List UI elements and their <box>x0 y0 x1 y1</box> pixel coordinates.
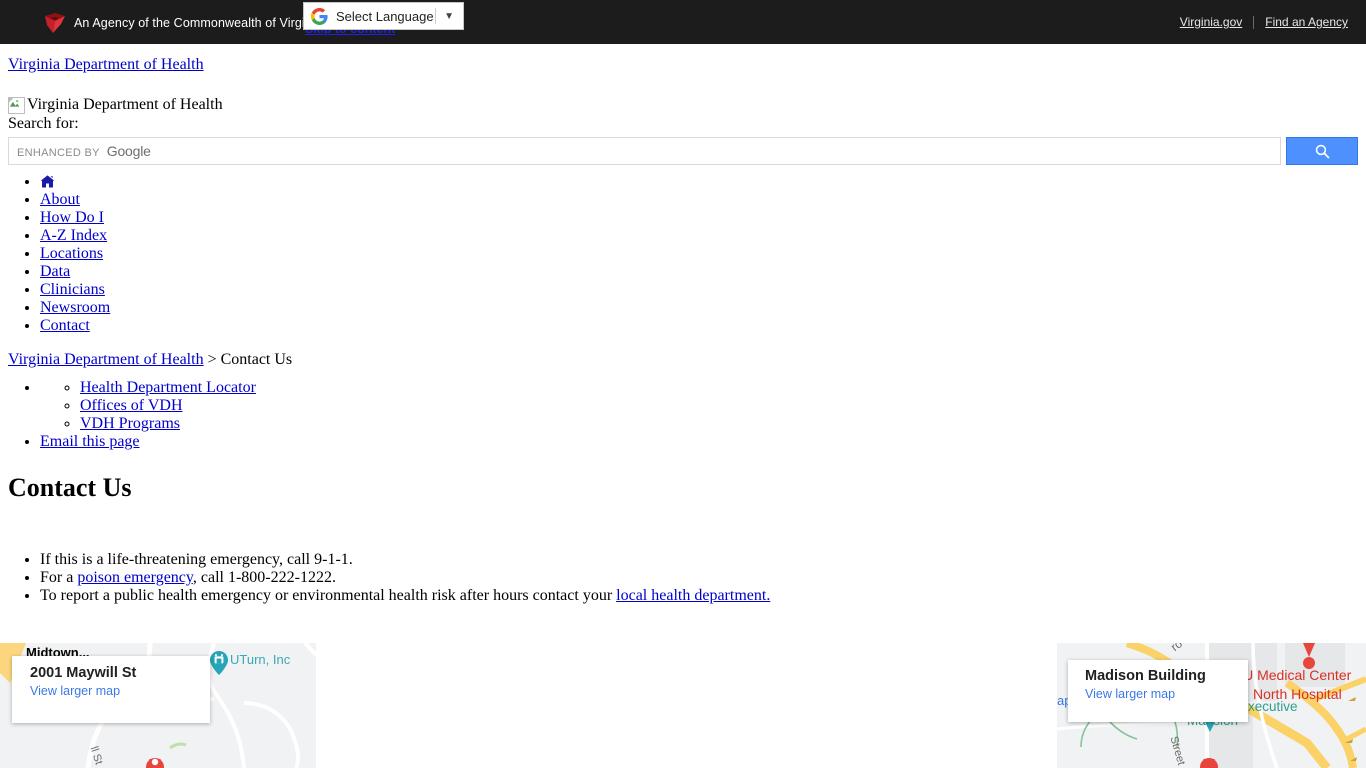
map-info-card-right[interactable]: Madison Building View larger map <box>1068 660 1248 722</box>
breadcrumb-root-link[interactable]: Virginia Department of Health <box>8 351 204 368</box>
page-body: Virginia Department of Health Virginia D… <box>0 44 1366 605</box>
nav-item-about[interactable]: About <box>40 191 1366 209</box>
site-logo-alt-text: Virginia Department of Health <box>27 96 223 113</box>
emergency-info-list: If this is a life-threatening emergency,… <box>0 551 1366 605</box>
find-an-agency-link[interactable]: Find an Agency <box>1265 15 1348 29</box>
search-icon <box>1314 143 1331 160</box>
map-card-title-right: Madison Building <box>1085 668 1206 684</box>
site-title-link[interactable]: Virginia Department of Health <box>8 56 1366 74</box>
emergency-text-1: If this is a life-threatening emergency,… <box>40 551 353 568</box>
cse-watermark-prefix: ENHANCED BY <box>17 147 100 159</box>
list-item: For a poison emergency, call 1-800-222-1… <box>40 569 1366 587</box>
nav-item-how-do-i[interactable]: How Do I <box>40 209 1366 227</box>
section-nav-item-email[interactable]: Email this page <box>40 433 1366 451</box>
section-nav-link-offices[interactable]: Offices of VDH <box>80 397 183 414</box>
broken-image-icon <box>8 96 25 114</box>
nav-item-contact[interactable]: Contact <box>40 317 1366 335</box>
map-label-medical-center: CU Medical Center <box>1233 667 1352 683</box>
search-form: ENHANCED BY Google <box>8 137 1358 165</box>
banner-links: Virginia.gov Find an Agency <box>1180 15 1348 29</box>
view-larger-map-link-right[interactable]: View larger map <box>1085 687 1248 701</box>
email-this-page-link[interactable]: Email this page <box>40 433 140 450</box>
agency-banner-text: An Agency of the Commonwealth of Virgini… <box>74 16 322 30</box>
search-label: Search for: <box>8 115 79 132</box>
map-label-uturn: UTurn, Inc <box>230 652 291 667</box>
home-icon[interactable] <box>40 175 55 188</box>
section-nav-item-locator[interactable]: Health Department Locator <box>80 379 1366 397</box>
nav-link-about[interactable]: About <box>40 191 80 208</box>
banner-link-divider <box>1253 15 1255 29</box>
map-embed-maywill[interactable]: Midtown... UTurn, Inc ll St 2001 Maywill… <box>0 643 316 768</box>
site-logo-row: Virginia Department of Health <box>8 96 1366 114</box>
nav-link-how-do-i[interactable]: How Do I <box>40 209 104 226</box>
commonwealth-banner: An Agency of the Commonwealth of Virgini… <box>0 0 1366 44</box>
breadcrumb-current: Contact Us <box>220 351 293 368</box>
nav-item-clinicians[interactable]: Clinicians <box>40 281 1366 299</box>
cse-watermark-brand: Google <box>106 143 151 159</box>
list-item: If this is a life-threatening emergency,… <box>40 551 1366 569</box>
section-nav-link-programs[interactable]: VDH Programs <box>80 415 180 432</box>
nav-link-newsroom[interactable]: Newsroom <box>40 299 110 316</box>
section-nav-item-offices[interactable]: Offices of VDH <box>80 397 1366 415</box>
nav-item-newsroom[interactable]: Newsroom <box>40 299 1366 317</box>
search-submit-button[interactable] <box>1286 137 1358 165</box>
uturn-poi-icon <box>210 651 228 675</box>
nav-link-locations[interactable]: Locations <box>40 245 103 262</box>
virginia-flying-v-icon <box>44 13 66 33</box>
list-item: To report a public health emergency or e… <box>40 587 1366 605</box>
breadcrumb: Virginia Department of Health > Contact … <box>8 351 1366 369</box>
select-language-label: Select Language <box>336 8 434 24</box>
map-info-card-left[interactable]: 2001 Maywill St View larger map <box>12 656 210 723</box>
nav-link-a-z-index[interactable]: A-Z Index <box>40 227 107 244</box>
search-input[interactable]: ENHANCED BY Google <box>8 137 1281 165</box>
map-card-title-left: 2001 Maywill St <box>30 665 137 681</box>
nav-link-contact[interactable]: Contact <box>40 317 90 334</box>
nav-item-locations[interactable]: Locations <box>40 245 1366 263</box>
nav-link-clinicians[interactable]: Clinicians <box>40 281 105 298</box>
poison-emergency-link[interactable]: poison emergency <box>77 569 193 586</box>
page-title: Contact Us <box>8 473 132 502</box>
section-nav-item-programs[interactable]: VDH Programs <box>80 415 1366 433</box>
nav-link-data[interactable]: Data <box>40 263 70 280</box>
google-cse-watermark: ENHANCED BY Google <box>17 143 151 159</box>
nav-item-home[interactable] <box>40 173 1366 191</box>
view-larger-map-link-left[interactable]: View larger map <box>30 684 210 698</box>
google-g-icon <box>311 7 328 25</box>
main-navigation: About How Do I A-Z Index Locations Data … <box>0 173 1366 335</box>
section-nav-group: Health Department Locator Offices of VDH… <box>40 379 1366 433</box>
section-nav-link-locator[interactable]: Health Department Locator <box>80 379 256 396</box>
emergency-text-3-pre: To report a public health emergency or e… <box>40 587 617 604</box>
select-language-dropdown[interactable]: Select Language ▼ <box>303 2 464 30</box>
local-health-department-link[interactable]: local health department. <box>616 587 770 604</box>
virginia-gov-link[interactable]: Virginia.gov <box>1180 15 1242 29</box>
breadcrumb-separator: > <box>207 351 217 368</box>
emergency-text-2-pre: For a <box>40 569 78 586</box>
section-navigation: Health Department Locator Offices of VDH… <box>0 379 1366 451</box>
nav-item-data[interactable]: Data <box>40 263 1366 281</box>
chevron-down-icon[interactable]: ▼ <box>444 11 454 22</box>
section-nav-sublist: Health Department Locator Offices of VDH… <box>40 379 1366 433</box>
translate-separator <box>435 8 437 24</box>
nav-item-a-z-index[interactable]: A-Z Index <box>40 227 1366 245</box>
map-embed-madison[interactable]: CU Medical Center North Hospital Executi… <box>1057 643 1366 768</box>
emergency-text-2-post: , call 1-800-222-1222. <box>192 569 336 586</box>
agency-identifier: An Agency of the Commonwealth of Virgini… <box>44 13 322 33</box>
